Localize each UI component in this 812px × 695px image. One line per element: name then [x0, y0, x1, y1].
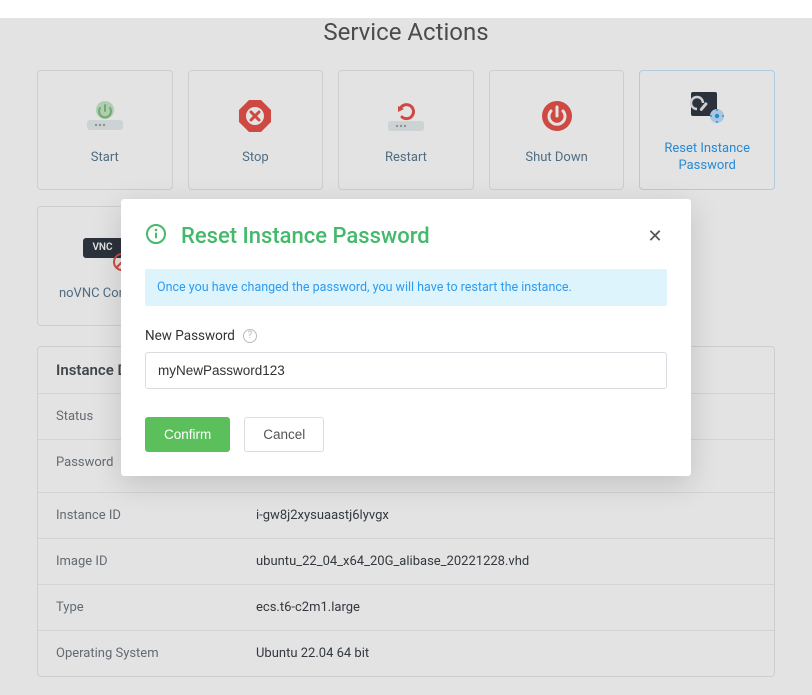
close-icon[interactable]: ✕ [643, 226, 667, 247]
new-password-label-text: New Password [145, 328, 235, 344]
info-icon [145, 223, 167, 249]
modal-info-banner: Once you have changed the password, you … [145, 269, 667, 306]
confirm-button[interactable]: Confirm [145, 417, 230, 452]
help-icon[interactable]: ? [243, 329, 257, 343]
new-password-input[interactable] [145, 352, 667, 389]
new-password-label: New Password ? [145, 328, 667, 344]
modal-title: Reset Instance Password [181, 224, 629, 249]
reset-password-modal: Reset Instance Password ✕ Once you have … [121, 199, 691, 476]
cancel-button[interactable]: Cancel [244, 417, 324, 452]
